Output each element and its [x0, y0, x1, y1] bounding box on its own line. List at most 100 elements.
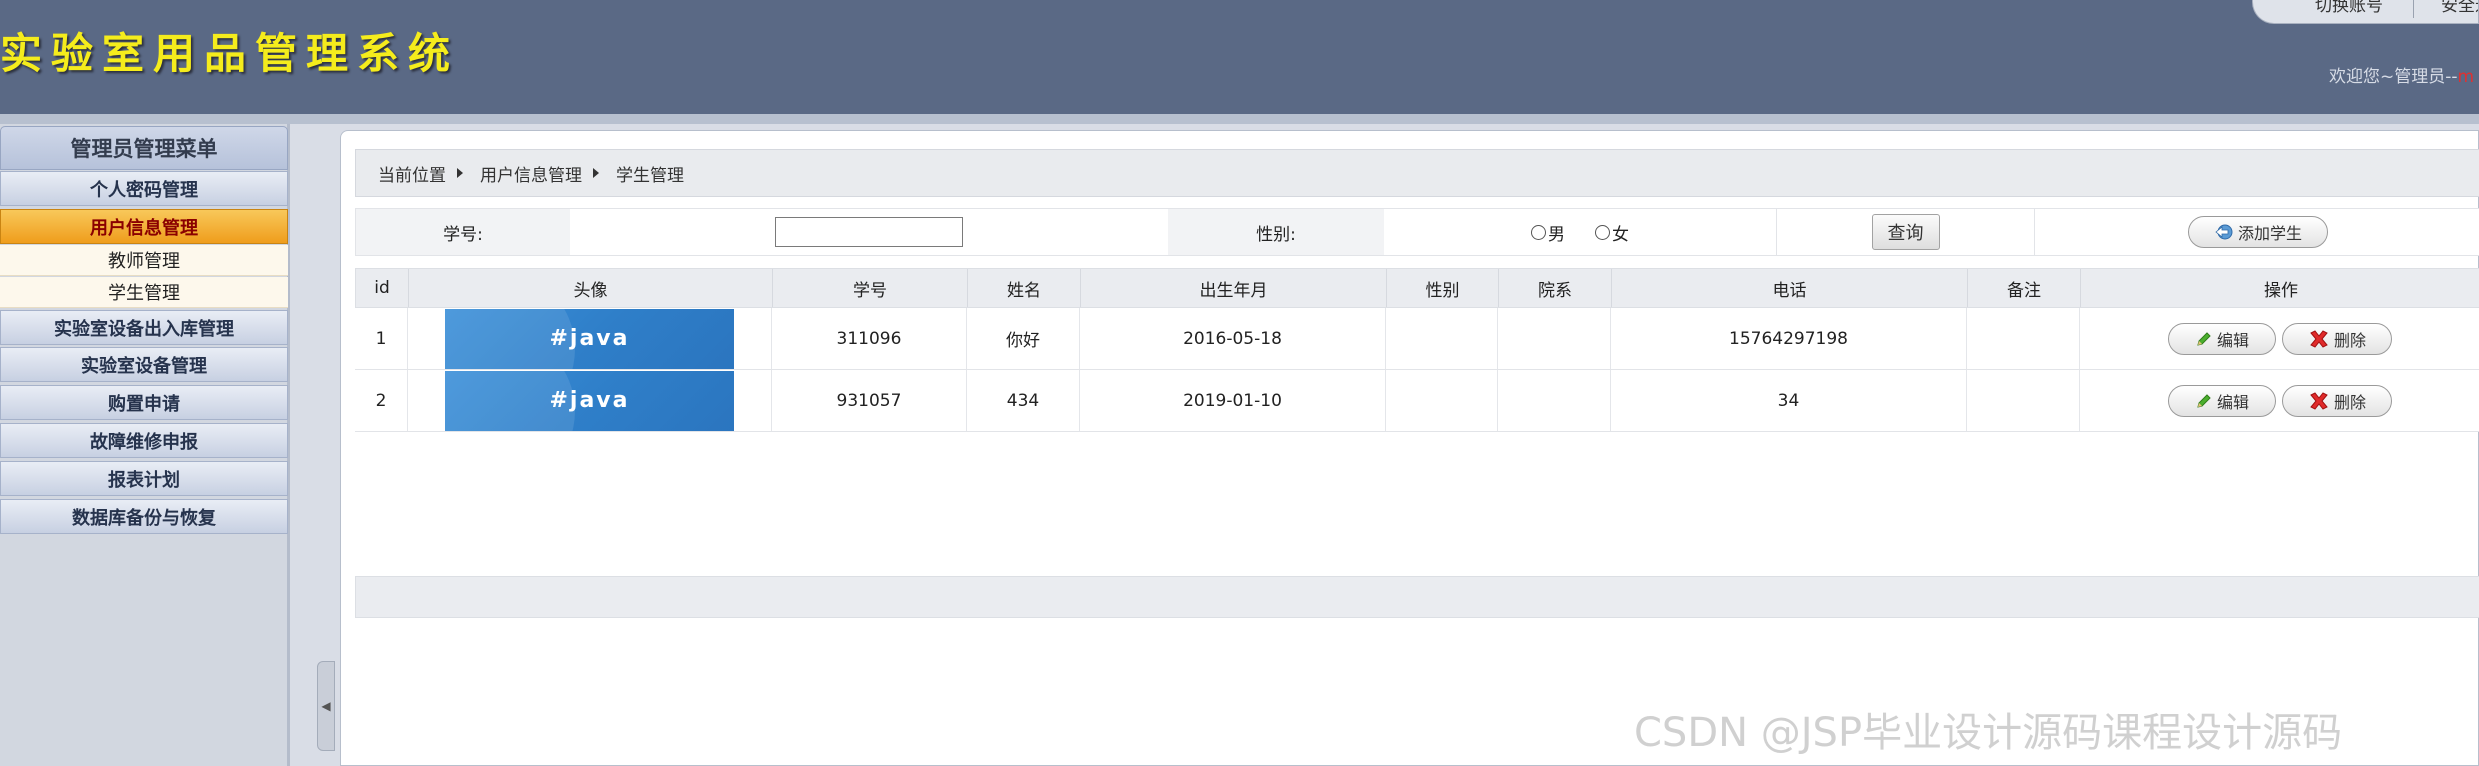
gender-option-label: 女 — [1612, 224, 1629, 245]
avatar-image: #java — [445, 370, 734, 431]
edit-label: 编辑 — [2216, 392, 2249, 412]
row-actions: 编辑 删除 — [2168, 322, 2392, 355]
radio-circle-icon — [1531, 224, 1546, 240]
cell-note — [1967, 308, 2080, 369]
cell-avatar: #java — [408, 308, 772, 369]
cell-birth: 2016-05-18 — [1080, 308, 1386, 369]
edit-label: 编辑 — [2216, 330, 2249, 350]
cell-birth: 2019-01-10 — [1080, 370, 1386, 431]
cell-student-no: 931057 — [772, 370, 967, 431]
column-header: 学号 — [773, 269, 968, 307]
cell-dept — [1498, 370, 1611, 431]
column-header: 电话 — [1612, 269, 1968, 307]
query-cell: 查询 — [1776, 209, 2034, 255]
top-tabs: 切换账号 安全退出 — [2252, 0, 2479, 24]
welcome-user: m — [2457, 67, 2475, 87]
main-panel: 当前位置 用户信息管理 学生管理 学号: 性别: 男 女 查询 添加学生 id … — [340, 130, 2479, 766]
edit-button[interactable]: 编辑 — [2168, 322, 2276, 355]
column-header: 头像 — [409, 269, 773, 307]
radio-circle-icon — [1595, 224, 1610, 240]
sidebar-item-report[interactable]: 报表计划 — [0, 461, 288, 496]
sidebar-title: 管理员管理菜单 — [0, 126, 288, 170]
cell-actions: 编辑 删除 — [2080, 370, 2479, 431]
welcome-text: 欢迎您~管理员--m — [2329, 62, 2474, 87]
cell-phone: 34 — [1611, 370, 1967, 431]
delete-button[interactable]: 删除 — [2282, 384, 2392, 417]
sidebar-item-repair[interactable]: 故障维修申报 — [0, 423, 288, 458]
cell-name: 434 — [967, 370, 1080, 431]
breadcrumb-item[interactable]: 学生管理 — [616, 161, 684, 186]
edit-button[interactable]: 编辑 — [2168, 384, 2276, 417]
sidebar-item-password[interactable]: 个人密码管理 — [0, 171, 288, 206]
table-row: 1 #java 311096 你好 2016-05-18 15764297198… — [355, 308, 2479, 370]
cell-phone: 15764297198 — [1611, 308, 1967, 369]
add-student-button[interactable]: 添加学生 — [2188, 216, 2328, 248]
sidebar-item-equipment[interactable]: 实验室设备管理 — [0, 347, 288, 382]
cell-gender — [1386, 308, 1498, 369]
student-no-cell — [570, 209, 1168, 255]
student-no-input[interactable] — [775, 217, 963, 247]
breadcrumb-arrow-icon — [457, 168, 463, 178]
gender-label: 性别: — [1168, 209, 1384, 255]
watermark-text: CSDN @JSP毕业设计源码课程设计源码 — [1634, 710, 2343, 756]
sidebar: 管理员管理菜单 个人密码管理 用户信息管理 教师管理 学生管理 实验室设备出入库… — [0, 124, 290, 766]
add-student-label: 添加学生 — [2237, 224, 2302, 243]
delete-x-icon — [2310, 329, 2328, 348]
cell-dept — [1498, 308, 1611, 369]
delete-button[interactable]: 删除 — [2282, 322, 2392, 355]
sidebar-subitem-students[interactable]: 学生管理 — [0, 277, 288, 308]
avatar-image: #java — [445, 308, 734, 369]
header-divider — [0, 114, 2479, 124]
column-header: 出生年月 — [1081, 269, 1387, 307]
cell-gender — [1386, 370, 1498, 431]
chevron-left-icon: ◀ — [321, 699, 331, 713]
column-header: 操作 — [2264, 280, 2298, 301]
delete-label: 删除 — [2333, 330, 2366, 350]
breadcrumb: 当前位置 用户信息管理 学生管理 — [355, 149, 2479, 197]
cell-name: 你好 — [967, 308, 1080, 369]
breadcrumb-arrow-icon — [593, 168, 599, 178]
cell-student-no: 311096 — [772, 308, 967, 369]
column-header: 备注 — [1968, 269, 2081, 307]
cell-id: 1 — [355, 308, 408, 369]
sidebar-item-backup[interactable]: 数据库备份与恢复 — [0, 499, 288, 534]
delete-label: 删除 — [2333, 392, 2366, 412]
column-header: id — [356, 269, 409, 307]
query-button[interactable]: 查询 — [1871, 214, 1940, 250]
add-user-icon — [2215, 224, 2233, 240]
breadcrumb-item[interactable]: 用户信息管理 — [480, 161, 582, 186]
sidebar-item-equipment-inout[interactable]: 实验室设备出入库管理 — [0, 310, 288, 345]
pencil-icon — [2197, 393, 2211, 408]
sidebar-item-user-info[interactable]: 用户信息管理 — [0, 209, 288, 244]
gender-options: 男 女 — [1384, 209, 1776, 255]
gender-radio-male[interactable]: 男 — [1531, 220, 1565, 245]
column-header: 姓名 — [968, 269, 1081, 307]
student-no-label: 学号: — [356, 209, 570, 255]
switch-account-link[interactable]: 切换账号 — [2315, 0, 2383, 16]
tab-separator — [2413, 0, 2414, 18]
cell-id: 2 — [355, 370, 408, 431]
logout-link[interactable]: 安全退出 — [2441, 0, 2478, 16]
sidebar-item-purchase[interactable]: 购置申请 — [0, 385, 288, 420]
table-row: 2 #java 931057 434 2019-01-10 34 编辑 删除 — [355, 370, 2479, 432]
cell-actions: 编辑 删除 — [2080, 308, 2479, 369]
pencil-icon — [2197, 331, 2211, 346]
table-header: id 头像 学号 姓名 出生年月 性别 院系 电话 备注 操作 — [355, 268, 2479, 308]
add-cell: 添加学生 — [2034, 209, 2479, 255]
cell-avatar: #java — [408, 370, 772, 431]
column-header: 性别 — [1387, 269, 1499, 307]
search-bar: 学号: 性别: 男 女 查询 添加学生 — [355, 208, 2479, 256]
delete-x-icon — [2310, 391, 2328, 410]
gender-option-label: 男 — [1548, 224, 1565, 245]
app-title: 实验室用品管理系统 — [0, 29, 460, 78]
welcome-label: 欢迎您~管理员-- — [2329, 67, 2458, 87]
breadcrumb-item: 当前位置 — [378, 165, 446, 186]
gender-radio-female[interactable]: 女 — [1595, 220, 1629, 245]
sidebar-subitem-teachers[interactable]: 教师管理 — [0, 245, 288, 276]
row-actions: 编辑 删除 — [2168, 384, 2392, 417]
cell-note — [1967, 370, 2080, 431]
table-footer — [355, 576, 2479, 618]
column-header: 院系 — [1499, 269, 1612, 307]
sidebar-collapse-handle[interactable]: ◀ — [317, 661, 335, 751]
app-header: 实验室用品管理系统 切换账号 安全退出 欢迎您~管理员--m — [0, 0, 2479, 114]
